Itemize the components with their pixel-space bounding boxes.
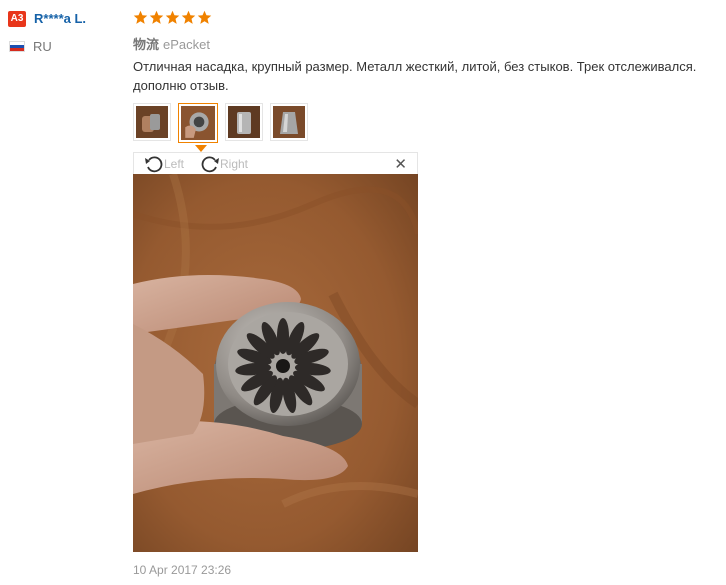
photo-thumbnails	[133, 103, 308, 143]
star-icon	[149, 10, 164, 24]
review-photo-large	[133, 174, 418, 552]
active-thumbnail-pointer	[195, 145, 207, 152]
star-icon	[133, 10, 148, 24]
rotate-left-icon	[145, 156, 163, 173]
review-date: 10 Apr 2017 23:26	[133, 563, 232, 577]
russia-flag-icon	[9, 41, 25, 52]
rotate-right-icon	[201, 156, 219, 173]
thumbnail-photo-2[interactable]	[178, 103, 218, 143]
review-text: Отличная насадка, крупный размер. Металл…	[133, 59, 697, 93]
thumbnail-image	[228, 106, 260, 138]
star-rating	[133, 10, 212, 26]
thumbnail-image	[273, 106, 305, 138]
buyer-level-badge: A3	[8, 11, 26, 27]
thumbnail-image	[181, 106, 215, 140]
review-photo-image	[133, 174, 418, 552]
thumbnail-photo-3[interactable]	[225, 103, 263, 141]
thumbnail-photo-4[interactable]	[270, 103, 308, 141]
reviewer-country: RU	[33, 39, 52, 54]
shipping-label: 物流	[133, 37, 160, 52]
shipping-method: ePacket	[163, 37, 210, 52]
star-icon	[165, 10, 180, 24]
photo-viewer-toolbar: Left Right ✕	[133, 152, 418, 174]
thumbnail-photo-1[interactable]	[133, 103, 171, 141]
close-icon[interactable]: ✕	[394, 155, 407, 173]
shipping-info: 物流 ePacket	[133, 34, 210, 53]
rotate-left-button[interactable]: Left	[144, 155, 184, 173]
rotate-right-button[interactable]: Right	[200, 155, 248, 173]
rotate-left-label: Left	[164, 157, 185, 171]
rotate-right-label: Right	[220, 157, 249, 171]
star-icon	[197, 10, 212, 24]
reviewer-name[interactable]: R****a L.	[34, 11, 86, 27]
thumbnail-image	[136, 106, 168, 138]
star-icon	[181, 10, 196, 24]
